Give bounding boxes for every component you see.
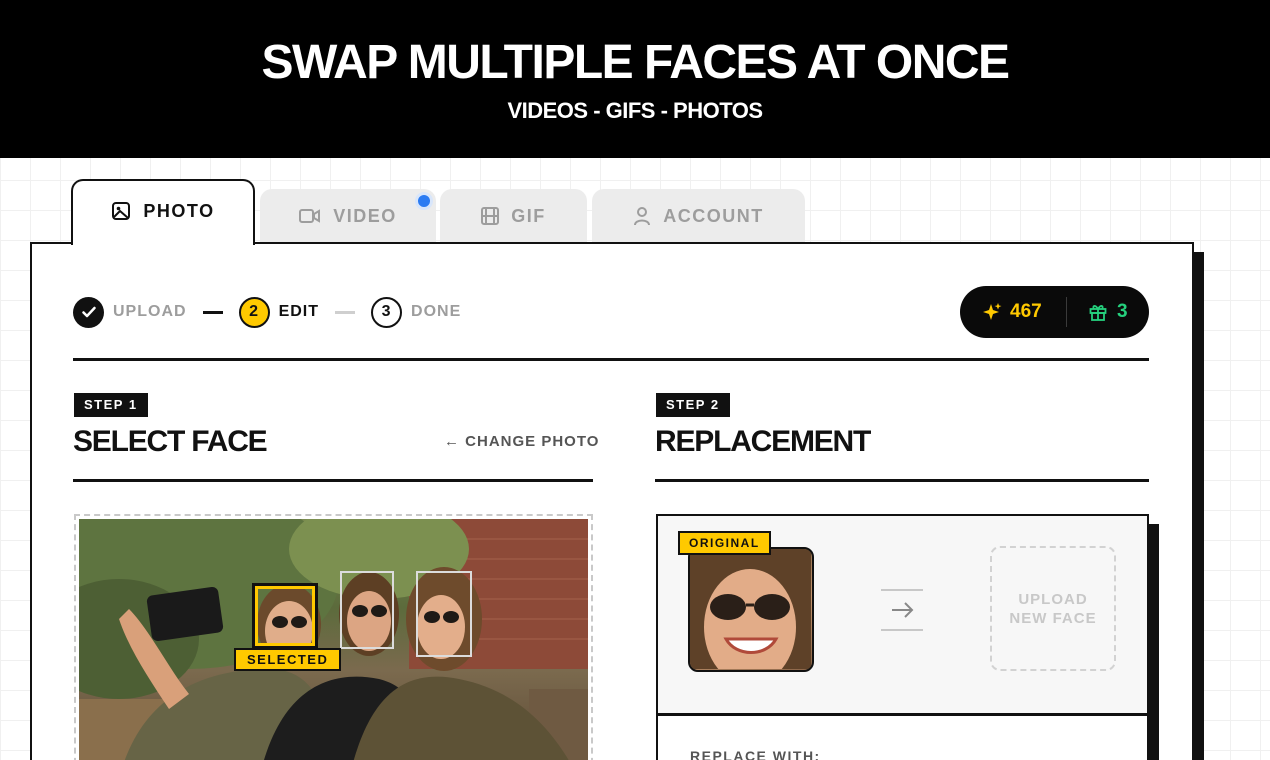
selected-face-label: SELECTED: [234, 648, 342, 671]
hero-title: SWAP MULTIPLE FACES AT ONCE: [261, 36, 1010, 89]
step2-divider: [655, 479, 1149, 482]
step-label-edit: EDIT: [278, 303, 320, 320]
hero-subtitle: VIDEOS - GIFS - PHOTOS: [507, 98, 763, 123]
header-divider: [73, 358, 1149, 361]
step2-badge: STEP 2: [656, 393, 730, 417]
step1-badge: STEP 1: [74, 393, 148, 417]
step-pending-circle: 3: [371, 296, 403, 328]
spark-credits: 467: [960, 301, 1066, 323]
selected-face-box[interactable]: [252, 583, 318, 649]
video-camera-icon: [299, 209, 321, 223]
upload-label-line2: NEW FACE: [1009, 609, 1097, 627]
step-active-circle: 2: [238, 296, 270, 328]
uploaded-photo: [79, 519, 588, 760]
original-face-image: [690, 549, 811, 670]
photo-preview: [74, 514, 593, 760]
selfie-photo: [79, 519, 588, 760]
tab-video[interactable]: VIDEO: [260, 189, 436, 243]
tab-gif[interactable]: GIF: [440, 189, 587, 243]
tab-label: GIF: [511, 205, 546, 226]
upload-new-face-button[interactable]: UPLOAD NEW FACE: [990, 546, 1116, 671]
notification-dot: [415, 192, 433, 210]
sparkle-icon: [983, 303, 1002, 320]
step-label-done: DONE: [411, 303, 462, 320]
step-connector: [202, 310, 223, 314]
tab-photo[interactable]: PHOTO: [71, 179, 255, 245]
tab-label: VIDEO: [333, 205, 397, 226]
step1-divider: [73, 479, 593, 482]
replace-with-label: REPLACE WITH:: [690, 748, 821, 760]
progress-stepper: UPLOAD 2 EDIT 3 DONE: [73, 296, 461, 328]
face-box[interactable]: [340, 571, 394, 649]
original-label: ORIGINAL: [678, 531, 771, 555]
face-box[interactable]: [416, 571, 472, 657]
gift-credits: 3: [1067, 301, 1128, 323]
spark-count: 467: [1010, 301, 1042, 322]
replacement-title: REPLACEMENT: [655, 425, 871, 458]
upload-label-line1: UPLOAD: [1018, 590, 1088, 608]
arrow-right-icon: [881, 589, 923, 631]
tab-account[interactable]: ACCOUNT: [592, 189, 805, 243]
step-connector: [335, 310, 356, 314]
film-icon: [481, 207, 500, 225]
check-icon: [81, 306, 96, 318]
original-face-thumbnail: [688, 547, 814, 672]
gift-icon: [1089, 305, 1107, 321]
step-done-circle: [73, 296, 104, 328]
user-icon: [634, 207, 651, 226]
select-face-title: SELECT FACE: [73, 425, 268, 458]
step-label-upload: UPLOAD: [113, 303, 187, 320]
change-photo-link[interactable]: ← CHANGE PHOTO: [444, 433, 599, 450]
tab-label: ACCOUNT: [663, 205, 764, 226]
gift-count: 3: [1117, 301, 1128, 322]
credits-pill[interactable]: 467 3: [960, 286, 1149, 338]
image-icon: [112, 202, 131, 220]
hero-banner: SWAP MULTIPLE FACES AT ONCE VIDEOS - GIF…: [0, 0, 1270, 158]
tab-label: PHOTO: [143, 200, 215, 221]
